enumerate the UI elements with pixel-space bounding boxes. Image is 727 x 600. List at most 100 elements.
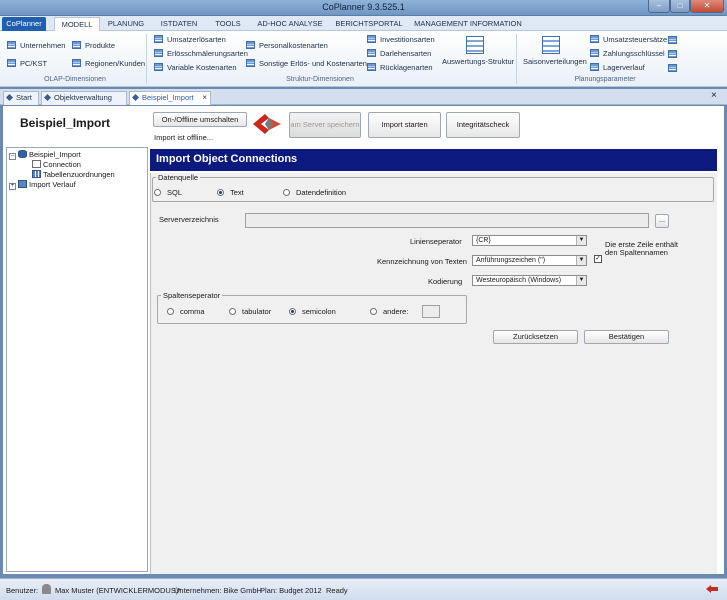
radio-tabulator[interactable]: tabulator bbox=[229, 307, 271, 317]
tree-item-root[interactable]: – Beispiel_Import bbox=[9, 150, 81, 160]
offline-status-text: Import ist offline... bbox=[154, 133, 214, 142]
browse-button[interactable]: ... bbox=[655, 214, 669, 228]
radio-dot bbox=[289, 308, 296, 315]
ribbon-ruecklagenarten[interactable]: Rücklagenarten bbox=[367, 63, 433, 73]
tab-objektverwaltung[interactable]: Objektverwaltung bbox=[41, 91, 127, 105]
ribbon-variable-kostenarten[interactable]: Variable Kostenarten bbox=[154, 63, 237, 73]
ribbon-personalkostenarten[interactable]: Personalkostenarten bbox=[246, 41, 328, 51]
tree-item-tabellenzuordnungen[interactable]: Tabellenzuordnungen bbox=[32, 170, 115, 180]
line-separator-select[interactable]: {CR} ▼ bbox=[472, 235, 587, 246]
encoding-select[interactable]: Westeuropäisch (Windows) ▼ bbox=[472, 275, 587, 286]
menu-tab-planung[interactable]: PLANUNG bbox=[104, 17, 148, 31]
line-separator-label: Linienseperator bbox=[410, 237, 462, 246]
radio-comma[interactable]: comma bbox=[167, 307, 205, 317]
plan-text: Plan: Budget 2012 bbox=[260, 586, 322, 595]
radio-dot bbox=[217, 189, 224, 196]
minimize-button[interactable]: – bbox=[648, 0, 670, 13]
ribbon-sonstige[interactable]: Sonstige Erlös- und Kostenarten bbox=[246, 59, 367, 69]
table-icon bbox=[246, 41, 255, 49]
first-row-header-checkbox[interactable]: ✓ bbox=[594, 255, 602, 263]
online-offline-button[interactable]: On-/Offline umschalten bbox=[153, 112, 247, 127]
menu-bar: CoPlanner MODELL PLANUNG ISTDATEN TOOLS … bbox=[0, 16, 727, 31]
table-icon[interactable] bbox=[668, 64, 677, 72]
ribbon-saisonverteilungen[interactable]: Saisonverteilungen bbox=[523, 57, 587, 67]
ribbon-umsatzsteuersaetze[interactable]: Umsatzsteuersätze bbox=[590, 35, 667, 45]
ready-text: Ready bbox=[326, 586, 348, 595]
ribbon-erloesschmaelerung[interactable]: Erlösschmälerungsarten bbox=[154, 49, 248, 59]
group-label-planung: Planungsparameter bbox=[574, 76, 636, 83]
table-icon bbox=[590, 35, 599, 43]
datasource-legend: Datenquelle bbox=[158, 173, 199, 182]
chevron-down-icon: ▼ bbox=[576, 236, 586, 245]
expand-icon[interactable]: + bbox=[9, 183, 16, 190]
structure-icon[interactable] bbox=[466, 36, 484, 54]
menu-tab-istdaten[interactable]: ISTDATEN bbox=[156, 17, 202, 31]
user-label: Benutzer: bbox=[6, 586, 39, 595]
menu-coplanner[interactable]: CoPlanner bbox=[2, 17, 46, 31]
radio-text[interactable]: Text bbox=[217, 188, 244, 198]
radio-datendefinition[interactable]: Datendefinition bbox=[283, 188, 346, 198]
radio-sql[interactable]: SQL bbox=[154, 188, 182, 198]
ribbon-investitionsarten[interactable]: Investitionsarten bbox=[367, 35, 435, 45]
history-icon bbox=[18, 180, 27, 188]
ribbon-auswertungs-struktur[interactable]: Auswertungs-Struktur bbox=[442, 57, 514, 67]
save-to-server-button[interactable]: am Server speichern bbox=[289, 112, 361, 138]
menu-tab-modell[interactable]: MODELL bbox=[54, 17, 100, 31]
text-qualifier-select[interactable]: Anführungszeichen (") ▼ bbox=[472, 255, 587, 266]
tab-beispiel-import[interactable]: Beispiel_Import × bbox=[129, 91, 211, 105]
user-icon bbox=[42, 584, 51, 594]
menu-tab-berichtsportal[interactable]: BERICHTSPORTAL bbox=[334, 17, 404, 31]
document-tabs: Start Objektverwaltung Beispiel_Import × … bbox=[0, 89, 727, 105]
radio-andere[interactable]: andere: bbox=[370, 307, 408, 317]
close-button[interactable]: ✕ bbox=[690, 0, 724, 13]
ribbon-unternehmen[interactable]: Unternehmen bbox=[7, 41, 65, 51]
server-directory-label: Serververzeichnis bbox=[159, 215, 219, 224]
close-all-icon[interactable]: × bbox=[711, 90, 717, 101]
table-icon bbox=[590, 63, 599, 71]
collapse-icon[interactable]: – bbox=[9, 153, 16, 160]
logout-icon[interactable] bbox=[706, 585, 718, 593]
server-directory-input[interactable] bbox=[245, 213, 649, 228]
maximize-button[interactable]: □ bbox=[670, 0, 690, 13]
title-bar: CoPlanner 9.3.525.1 – □ ✕ bbox=[0, 0, 727, 16]
ribbon-umsatzerloesarten[interactable]: Umsatzerlösarten bbox=[154, 35, 226, 45]
ribbon-darlehensarten[interactable]: Darlehensarten bbox=[367, 49, 431, 59]
table-icon bbox=[154, 49, 163, 57]
table-icon bbox=[7, 41, 16, 49]
table-mapping-icon bbox=[32, 170, 41, 178]
tab-start[interactable]: Start bbox=[3, 91, 39, 105]
calendar-icon[interactable] bbox=[542, 36, 560, 54]
table-icon bbox=[154, 35, 163, 43]
other-separator-input[interactable] bbox=[422, 305, 440, 318]
table-icon[interactable] bbox=[668, 36, 677, 44]
table-icon bbox=[154, 63, 163, 71]
ribbon-pckst[interactable]: PC/KST bbox=[7, 59, 47, 69]
ribbon-regionen[interactable]: Regionen/Kunden bbox=[72, 59, 145, 69]
table-icon[interactable] bbox=[668, 50, 677, 58]
ribbon-lagerverlauf[interactable]: Lagerverlauf bbox=[590, 63, 645, 73]
ribbon-zahlungsschluessel[interactable]: Zahlungsschlüssel bbox=[590, 49, 665, 59]
radio-dot bbox=[283, 189, 290, 196]
close-tab-icon[interactable]: × bbox=[202, 92, 207, 104]
radio-dot bbox=[154, 189, 161, 196]
ribbon-separator bbox=[516, 34, 517, 84]
menu-tab-management[interactable]: MANAGEMENT INFORMATION bbox=[412, 17, 524, 31]
menu-tab-adhoc[interactable]: AD-HOC ANALYSE bbox=[254, 17, 326, 31]
group-label-struktur: Struktur-Dimensionen bbox=[286, 76, 354, 83]
reset-button[interactable]: Zurücksetzen bbox=[493, 330, 578, 344]
tree-item-connection[interactable]: Connection bbox=[32, 160, 81, 170]
database-icon bbox=[18, 150, 27, 158]
tree-item-import-verlauf[interactable]: + Import Verlauf bbox=[9, 180, 76, 190]
start-import-button[interactable]: Import starten bbox=[368, 112, 441, 138]
pin-icon bbox=[131, 93, 140, 102]
status-bar: Benutzer: Max Muster (ENTWICKLERMODUS)* … bbox=[0, 578, 727, 600]
confirm-button[interactable]: Bestätigen bbox=[584, 330, 669, 344]
radio-semicolon[interactable]: semicolon bbox=[289, 307, 336, 317]
table-icon bbox=[246, 59, 255, 67]
integrity-check-button[interactable]: Integritätscheck bbox=[446, 112, 520, 138]
table-icon bbox=[367, 63, 376, 71]
ribbon-produkte[interactable]: Produkte bbox=[72, 41, 115, 51]
menu-tab-tools[interactable]: TOOLS bbox=[210, 17, 246, 31]
table-icon bbox=[7, 59, 16, 67]
section-header: Import Object Connections bbox=[150, 149, 717, 171]
